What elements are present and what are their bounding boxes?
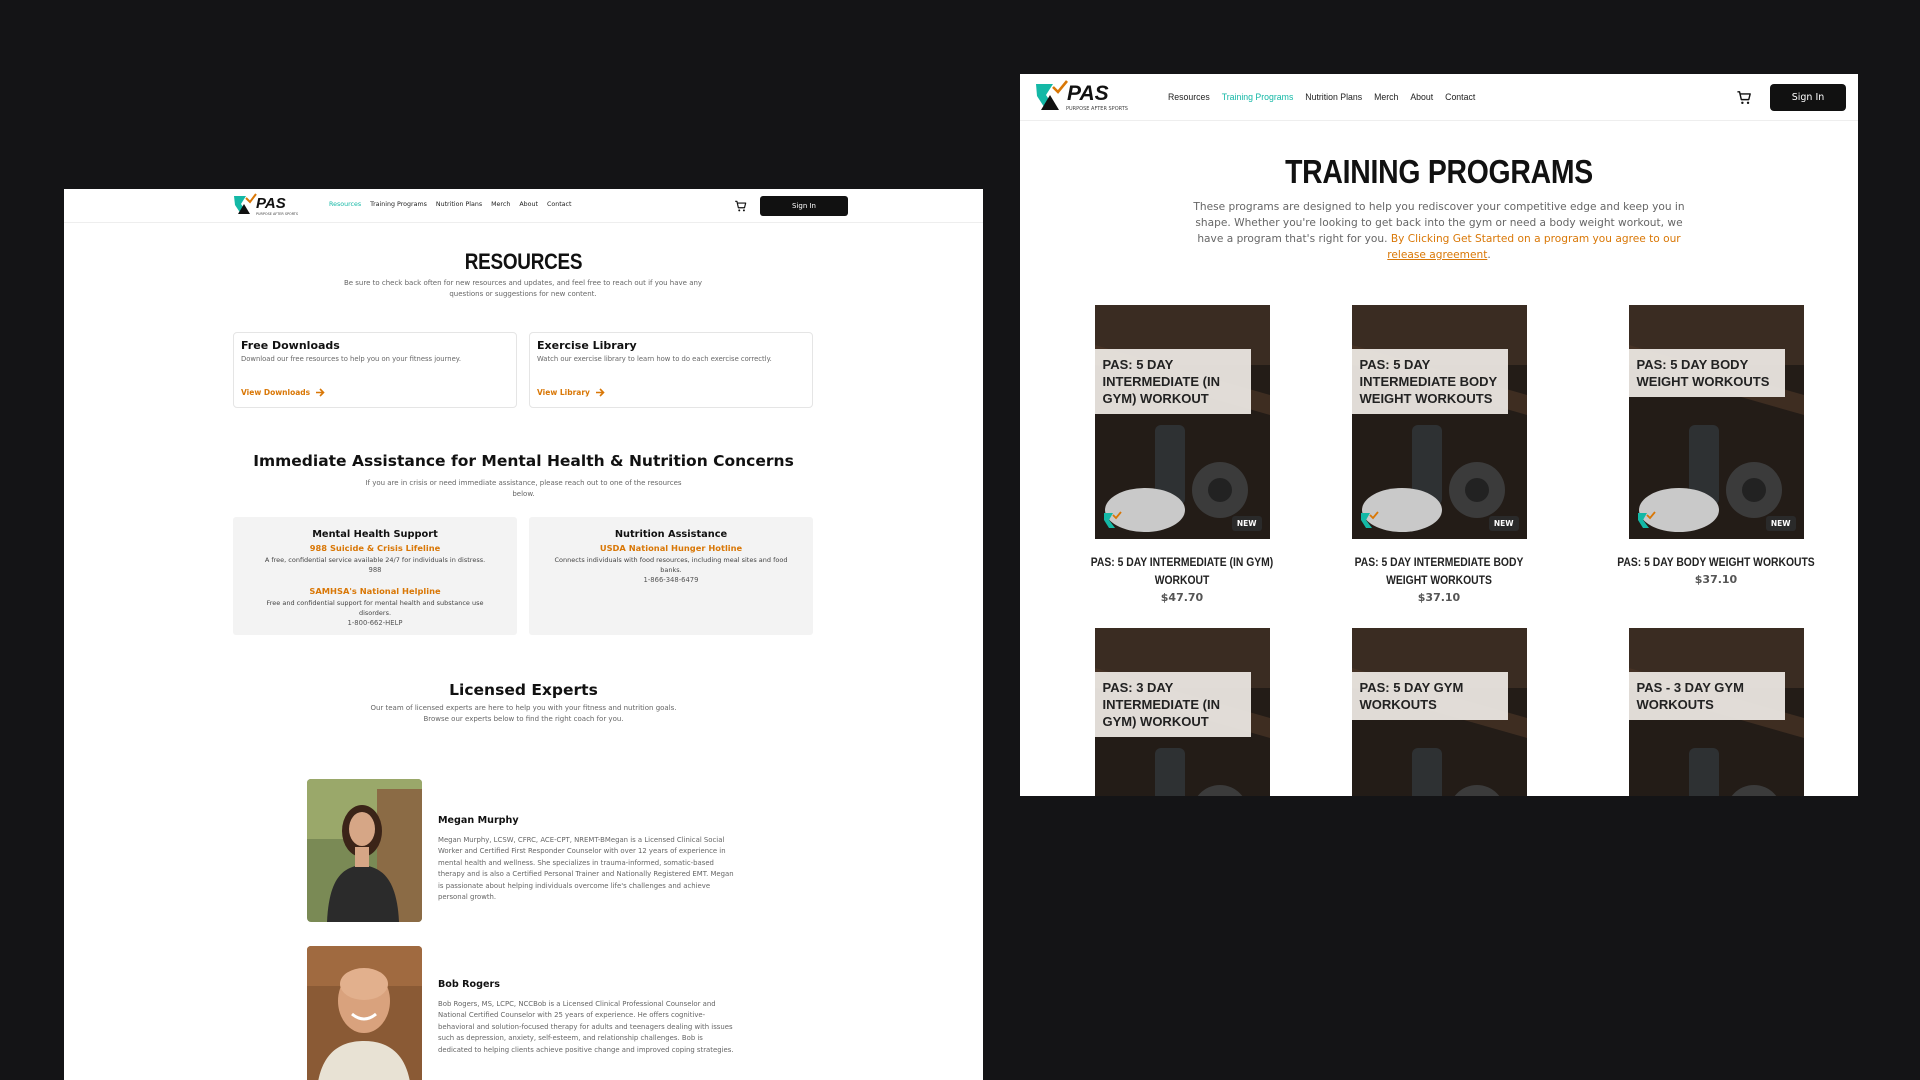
nav-contact[interactable]: Contact [1445, 92, 1475, 103]
experts-title: Licensed Experts [449, 681, 598, 699]
product-banner: PAS - 3 DAY GYM WORKOUTS [1628, 672, 1785, 720]
crisis-lifeline-link[interactable]: 988 Suicide & Crisis Lifeline [233, 543, 517, 553]
new-badge: NEW [1765, 516, 1796, 531]
arrow-right-icon [316, 388, 325, 397]
pas-logo[interactable]: PAS PURPOSE AFTER SPORTS [232, 192, 318, 218]
expert-photo [307, 779, 422, 922]
product-banner: PAS: 5 DAY INTERMEDIATE (IN GYM) WORKOUT [1094, 349, 1251, 414]
page-intro: These programs are designed to help you … [1193, 201, 1685, 261]
new-badge: NEW [1231, 516, 1262, 531]
card-title: Mental Health Support [312, 529, 438, 540]
experts-subtitle: Our team of licensed experts are here to… [370, 704, 677, 723]
nav-contact[interactable]: Contact [547, 201, 572, 208]
view-library-link[interactable]: View Library [537, 388, 605, 397]
view-downloads-link[interactable]: View Downloads [241, 388, 325, 397]
nutrition-assistance-card: Nutrition Assistance USDA National Hunge… [529, 517, 813, 635]
page-title: RESOURCES [464, 249, 583, 274]
product-card[interactable]: PAS: 5 DAY BODY WEIGHT WORKOUTS NEW PAS:… [1601, 305, 1831, 586]
nav-merch[interactable]: Merch [1374, 92, 1398, 103]
nav-links: Resources Training Programs Nutrition Pl… [1168, 92, 1475, 103]
card-desc: Download our free resources to help you … [241, 355, 461, 363]
expert-bio: Megan Murphy, LCSW, CFRC, ACE-CPT, NREMT… [438, 836, 734, 902]
product-card[interactable]: PAS - 3 DAY GYM WORKOUTS [1601, 628, 1831, 796]
product-card[interactable]: PAS: 5 DAY INTERMEDIATE BODY WEIGHT WORK… [1324, 305, 1554, 604]
release-agreement-link[interactable]: release agreement [1387, 249, 1487, 261]
top-nav: PAS PURPOSE AFTER SPORTS Resources Train… [1020, 74, 1858, 121]
product-name[interactable]: PAS: 5 DAY INTERMEDIATE BODY WEIGHT WORK… [1336, 554, 1543, 590]
sign-in-button[interactable]: Sign In [760, 196, 848, 216]
top-nav: PAS PURPOSE AFTER SPORTS Resources Train… [64, 189, 983, 223]
free-downloads-card: Free Downloads Download our free resourc… [233, 332, 517, 408]
svg-text:PURPOSE AFTER SPORTS: PURPOSE AFTER SPORTS [256, 212, 298, 216]
lifeline-desc: A free, confidential service available 2… [264, 556, 486, 564]
product-banner: PAS: 5 DAY BODY WEIGHT WORKOUTS [1628, 349, 1785, 397]
product-thumbnail[interactable]: PAS: 5 DAY GYM WORKOUTS [1351, 628, 1527, 796]
usda-desc: Connects individuals with food resources… [554, 556, 788, 574]
cart-icon[interactable] [1736, 89, 1753, 106]
product-banner: PAS: 5 DAY INTERMEDIATE BODY WEIGHT WORK… [1351, 349, 1508, 414]
assistance-title: Immediate Assistance for Mental Health &… [253, 452, 794, 470]
cart-icon[interactable] [734, 199, 748, 213]
nav-resources[interactable]: Resources [1168, 92, 1210, 103]
card-title: Nutrition Assistance [614, 529, 728, 540]
training-programs-window: PAS PURPOSE AFTER SPORTS Resources Train… [1020, 74, 1858, 796]
product-card[interactable]: PAS: 5 DAY INTERMEDIATE (IN GYM) WORKOUT… [1067, 305, 1297, 604]
pas-mini-logo [1637, 511, 1656, 528]
product-card[interactable]: PAS: 3 DAY INTERMEDIATE (IN GYM) WORKOUT [1067, 628, 1297, 796]
samhsa-phone[interactable]: 1-800-662-HELP [233, 619, 517, 627]
usda-hotline-link[interactable]: USDA National Hunger Hotline [529, 543, 813, 553]
samhsa-helpline-link[interactable]: SAMHSA's National Helpline [233, 586, 517, 596]
expert-card[interactable]: Bob Rogers Bob Rogers, MS, LCPC, NCCBob … [307, 946, 757, 1080]
nav-training-programs[interactable]: Training Programs [1222, 92, 1294, 103]
nav-merch[interactable]: Merch [491, 201, 510, 208]
expert-photo [307, 946, 422, 1080]
expert-name: Bob Rogers [438, 979, 500, 990]
svg-text:PAS: PAS [1067, 82, 1109, 105]
new-badge: NEW [1488, 516, 1519, 531]
product-card[interactable]: PAS: 5 DAY GYM WORKOUTS [1324, 628, 1554, 796]
page-title: TRAINING PROGRAMS [1285, 153, 1593, 190]
product-price: $47.70 [1160, 591, 1204, 604]
resources-window: PAS PURPOSE AFTER SPORTS Resources Train… [64, 189, 983, 1080]
product-banner: PAS: 3 DAY INTERMEDIATE (IN GYM) WORKOUT [1094, 672, 1251, 737]
nav-training-programs[interactable]: Training Programs [370, 201, 427, 208]
product-thumbnail[interactable]: PAS: 5 DAY INTERMEDIATE (IN GYM) WORKOUT… [1094, 305, 1270, 539]
exercise-library-card: Exercise Library Watch our exercise libr… [529, 332, 813, 408]
mental-health-card: Mental Health Support 988 Suicide & Cris… [233, 517, 517, 635]
product-thumbnail[interactable]: PAS: 5 DAY INTERMEDIATE BODY WEIGHT WORK… [1351, 305, 1527, 539]
pas-logo[interactable]: PAS PURPOSE AFTER SPORTS [1033, 78, 1153, 115]
product-thumbnail[interactable]: PAS: 3 DAY INTERMEDIATE (IN GYM) WORKOUT [1094, 628, 1270, 796]
nav-links: Resources Training Programs Nutrition Pl… [329, 201, 571, 208]
nav-about[interactable]: About [1410, 92, 1433, 103]
product-thumbnail[interactable]: PAS - 3 DAY GYM WORKOUTS [1628, 628, 1804, 796]
pas-mini-logo [1103, 511, 1122, 528]
card-desc: Watch our exercise library to learn how … [537, 355, 772, 363]
page-subtitle: Be sure to check back often for new reso… [343, 279, 703, 298]
nav-resources[interactable]: Resources [329, 201, 361, 208]
product-name[interactable]: PAS: 5 DAY INTERMEDIATE (IN GYM) WORKOUT [1079, 554, 1286, 590]
card-title: Free Downloads [241, 339, 340, 352]
product-thumbnail[interactable]: PAS: 5 DAY BODY WEIGHT WORKOUTS NEW [1628, 305, 1804, 539]
assistance-subtitle: If you are in crisis or need immediate a… [365, 479, 682, 498]
expert-bio: Bob Rogers, MS, LCPC, NCCBob is a Licens… [438, 1000, 734, 1054]
pas-mini-logo [1360, 511, 1379, 528]
samhsa-desc: Free and confidential support for mental… [266, 599, 484, 617]
nav-nutrition-plans[interactable]: Nutrition Plans [436, 201, 482, 208]
expert-card[interactable]: Megan Murphy Megan Murphy, LCSW, CFRC, A… [307, 779, 757, 922]
agreement-notice: By Clicking Get Started on a program you… [1387, 233, 1681, 261]
product-price: $37.10 [1417, 591, 1461, 604]
card-title: Exercise Library [537, 339, 637, 352]
svg-text:PAS: PAS [256, 195, 286, 212]
usda-phone[interactable]: 1-866-348-6479 [529, 576, 813, 584]
svg-text:PURPOSE AFTER SPORTS: PURPOSE AFTER SPORTS [1066, 106, 1128, 112]
sign-in-button[interactable]: Sign In [1770, 84, 1846, 111]
lifeline-phone[interactable]: 988 [233, 566, 517, 574]
product-banner: PAS: 5 DAY GYM WORKOUTS [1351, 672, 1508, 720]
nav-nutrition-plans[interactable]: Nutrition Plans [1305, 92, 1362, 103]
expert-name: Megan Murphy [438, 815, 519, 826]
product-name[interactable]: PAS: 5 DAY BODY WEIGHT WORKOUTS [1613, 554, 1820, 572]
nav-about[interactable]: About [519, 201, 538, 208]
arrow-right-icon [595, 388, 605, 397]
product-price: $37.10 [1694, 573, 1738, 586]
